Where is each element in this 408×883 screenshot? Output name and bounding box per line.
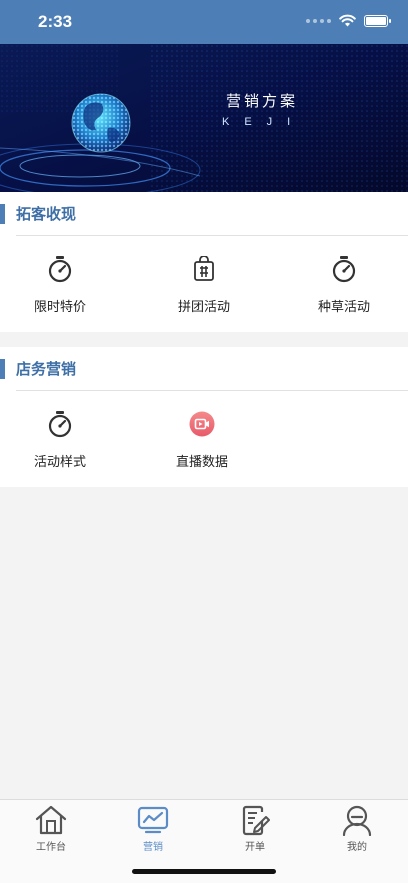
banner: 营销方案 KEJI — [0, 44, 408, 192]
section-accent-bar — [0, 204, 5, 224]
tab-label: 营销 — [143, 842, 163, 853]
menu-item-flash-sale[interactable]: 限时特价 — [0, 254, 120, 315]
status-icons — [306, 14, 391, 27]
section-store-marketing: 店务营销 活动样式 直播数据 — [0, 347, 408, 487]
tab-label: 开单 — [245, 842, 265, 853]
tab-bar: 工作台 营销 开单 我的 — [0, 799, 408, 883]
menu-item-label: 种草活动 — [317, 300, 370, 315]
menu-item-live-data[interactable]: 直播数据 — [142, 409, 262, 470]
home-indicator — [132, 869, 276, 874]
group-bag-icon — [194, 256, 214, 281]
menu-item-seeding[interactable]: 种草活动 — [284, 254, 404, 315]
section-accent-bar — [0, 359, 5, 379]
menu-item-label: 直播数据 — [175, 455, 228, 470]
battery-icon — [364, 14, 391, 27]
banner-subtitle: KEJI — [222, 116, 306, 128]
stopwatch-icon — [48, 411, 72, 438]
signal-icon — [306, 18, 331, 23]
live-video-icon — [189, 411, 215, 437]
menu-item-group-buy[interactable]: 拼团活动 — [144, 254, 264, 315]
section-grid: 限时特价 拼团活动 种草活动 — [0, 236, 408, 332]
section-customer-acquisition: 拓客收现 限时特价 拼团活动 种草活动 — [0, 192, 408, 332]
banner-background — [0, 44, 408, 192]
wifi-icon — [339, 14, 356, 27]
status-time: 2:33 — [38, 12, 73, 31]
status-bar: 2:33 — [0, 0, 408, 44]
marketing-chart-icon — [137, 806, 169, 834]
menu-item-label: 限时特价 — [33, 300, 86, 315]
stopwatch-icon — [48, 256, 72, 283]
tab-label: 我的 — [347, 842, 367, 853]
menu-item-label: 拼团活动 — [177, 300, 230, 315]
stopwatch-icon — [332, 256, 356, 283]
section-title: 拓客收现 — [16, 205, 77, 223]
tab-label: 工作台 — [36, 842, 66, 853]
tab-marketing[interactable]: 营销 — [102, 802, 204, 853]
section-grid: 活动样式 直播数据 — [0, 391, 408, 487]
section-header: 店务营销 — [0, 347, 408, 391]
tab-profile[interactable]: 我的 — [306, 802, 408, 853]
workbench-icon — [35, 805, 67, 835]
menu-item-activity-style[interactable]: 活动样式 — [0, 409, 120, 470]
tab-workbench[interactable]: 工作台 — [0, 802, 102, 853]
section-header: 拓客收现 — [0, 192, 408, 236]
tab-order[interactable]: 开单 — [204, 802, 306, 853]
menu-item-label: 活动样式 — [33, 455, 86, 470]
order-edit-icon — [242, 805, 270, 836]
section-title: 店务营销 — [16, 360, 77, 378]
profile-icon — [342, 805, 372, 836]
banner-title: 营销方案 — [226, 93, 299, 110]
